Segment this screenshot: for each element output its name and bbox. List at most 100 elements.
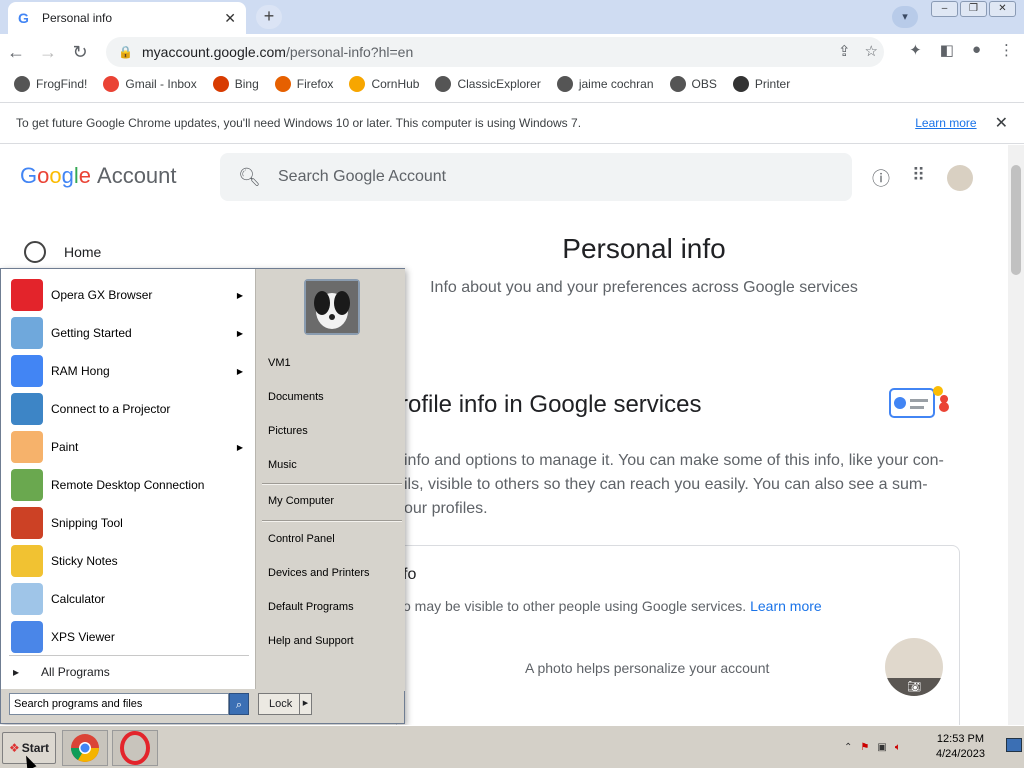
taskbar-chrome[interactable]	[62, 730, 108, 766]
page-title: Personal info	[562, 233, 726, 264]
show-hidden-icons-icon[interactable]: ⌃	[844, 742, 852, 753]
lock-button[interactable]: Lock ▶	[258, 693, 312, 715]
network-icon[interactable]: ▣	[877, 742, 886, 753]
account-avatar[interactable]	[947, 165, 974, 191]
start-menu-item[interactable]: Opera GX Browser ▶	[11, 277, 251, 313]
apps-grid-icon[interactable]: ⠿	[912, 165, 925, 191]
start-menu-place[interactable]: Music	[268, 459, 297, 471]
bookmark-label: OBS	[691, 77, 717, 91]
back-button[interactable]: ←	[0, 42, 32, 63]
tab-close-icon[interactable]: ✕	[224, 10, 236, 27]
side-panel-icon[interactable]: ◧	[940, 41, 954, 59]
start-menu-item[interactable]: Connect to a Projector	[11, 391, 251, 427]
start-menu-item-label: Opera GX Browser	[51, 288, 153, 302]
tab-personal-info[interactable]: G Personal info ✕	[8, 2, 246, 34]
section-description-line-1: info and options to manage it. You can m…	[404, 452, 944, 469]
start-search-input[interactable]: Search programs and files	[9, 693, 229, 715]
tab-strip: G Personal info ✕ + ▾ – ❐ ✕	[0, 0, 1024, 34]
start-label: Start	[21, 741, 50, 755]
start-menu-item[interactable]: Paint ▶	[11, 429, 251, 465]
lock-icon[interactable]: 🔒	[118, 45, 142, 59]
search-icon[interactable]: ⌕	[229, 693, 249, 715]
tab-title: Personal info	[42, 11, 113, 25]
bookmark-label: Printer	[754, 77, 791, 91]
share-icon[interactable]: ⇪	[838, 42, 851, 60]
extensions-icon[interactable]: ✦	[909, 41, 922, 59]
minimize-button[interactable]: –	[931, 1, 958, 17]
bookmark-star-icon[interactable]: ☆	[865, 42, 878, 60]
section-description: info and options to manage it. You can m…	[404, 449, 964, 521]
bookmark-item[interactable]: Bing	[212, 76, 259, 92]
clock[interactable]: 12:53 PM 4/24/2023	[936, 732, 985, 762]
menu-kebab-icon[interactable]: ⋮	[999, 41, 1014, 59]
help-icon[interactable]: ⓘ	[872, 165, 890, 191]
show-desktop-button[interactable]	[1006, 738, 1022, 752]
all-programs-label: All Programs	[41, 665, 110, 679]
profile-photo-avatar[interactable]: 📷︎	[885, 638, 943, 696]
card-learn-more-link[interactable]: Learn more	[750, 598, 822, 614]
new-tab-button[interactable]: +	[256, 5, 282, 29]
photo-row-label[interactable]: A photo helps personalize your account	[525, 660, 769, 676]
start-menu-item[interactable]: Snipping Tool	[11, 505, 251, 541]
gmail-icon	[103, 76, 120, 92]
google-account-logo[interactable]: Google Account	[20, 163, 177, 189]
globe-icon	[435, 76, 452, 92]
bookmark-item[interactable]: OBS	[669, 76, 717, 92]
taskbar: ❖ Start ⌃ ⚑ ▣ 🔈︎ 12:53 PM 4/24/2023	[0, 725, 1024, 768]
close-window-button[interactable]: ✕	[989, 1, 1016, 17]
start-menu-item[interactable]: Sticky Notes	[11, 543, 251, 579]
start-menu-place[interactable]: Devices and Printers	[268, 567, 370, 579]
start-menu-item[interactable]: Getting Started ▶	[11, 315, 251, 351]
url-host: myaccount.google.com	[142, 44, 286, 60]
start-menu-place[interactable]: My Computer	[268, 495, 334, 507]
restore-button[interactable]: ❐	[960, 1, 987, 17]
tab-search-button[interactable]: ▾	[892, 6, 918, 28]
start-menu-item[interactable]: Calculator	[11, 581, 251, 617]
reload-button[interactable]: ↻	[64, 42, 96, 63]
bookmark-item[interactable]: jaime cochran	[556, 76, 654, 92]
address-bar[interactable]: 🔒 myaccount.google.com/personal-info?hl=…	[106, 37, 884, 67]
bookmark-item[interactable]: FrogFind!	[14, 76, 87, 92]
page-scrollbar[interactable]	[1008, 145, 1024, 725]
forward-button[interactable]: →	[32, 42, 64, 63]
bookmark-item[interactable]: Printer	[732, 76, 791, 92]
taskbar-opera[interactable]	[112, 730, 158, 766]
cups-icon	[732, 76, 749, 92]
projector-icon	[11, 393, 43, 425]
start-menu-item-label: RAM Hong	[51, 364, 110, 378]
section-description-line-3: our profiles.	[404, 500, 488, 517]
firefox-icon	[274, 76, 291, 92]
bookmark-item[interactable]: Gmail - Inbox	[103, 76, 197, 92]
action-center-icon[interactable]: ⚑	[860, 742, 869, 753]
all-programs-arrow-icon: ▸	[13, 665, 20, 679]
start-menu-item[interactable]: RAM Hong ▶	[11, 353, 251, 389]
nav-home[interactable]: Home	[24, 241, 101, 263]
start-menu-item-label: XPS Viewer	[51, 630, 115, 644]
volume-muted-icon[interactable]: 🔈︎	[895, 742, 901, 753]
omnibox-actions: ⇪ ☆	[838, 42, 878, 60]
infobar-learn-more-link[interactable]: Learn more	[915, 116, 976, 130]
start-menu-item[interactable]: Remote Desktop Connection	[11, 467, 251, 503]
start-menu: Opera GX Browser ▶ Getting Started ▶ RAM Hon…	[0, 268, 405, 724]
infobar-close-icon[interactable]: ✕	[995, 113, 1008, 133]
start-menu-place[interactable]: Documents	[268, 391, 324, 403]
start-menu-place[interactable]: VM1	[268, 357, 291, 369]
start-menu-place[interactable]: Pictures	[268, 425, 308, 437]
start-menu-item[interactable]: XPS Viewer	[11, 619, 251, 655]
account-search-input[interactable]: 🔍︎ Search Google Account	[220, 153, 852, 201]
bookmark-item[interactable]: Firefox	[274, 76, 333, 92]
user-picture[interactable]	[304, 279, 360, 335]
browser-toolbar: ← → ↻ 🔒 myaccount.google.com/personal-in…	[0, 34, 1024, 70]
start-menu-place[interactable]: Control Panel	[268, 533, 335, 545]
bookmark-item[interactable]: CornHub	[349, 76, 419, 92]
sticky-notes-icon	[11, 545, 43, 577]
start-menu-place[interactable]: Help and Support	[268, 635, 354, 647]
scrollbar-thumb[interactable]	[1011, 165, 1021, 275]
logo-account-text: Account	[97, 163, 177, 188]
lock-options-arrow-icon[interactable]: ▶	[299, 694, 311, 714]
scissors-icon	[11, 507, 43, 539]
start-menu-place[interactable]: Default Programs	[268, 601, 354, 613]
all-programs-button[interactable]: ▸ All Programs	[13, 665, 110, 679]
bookmark-item[interactable]: ClassicExplorer	[435, 76, 541, 92]
profile-avatar-icon[interactable]: ●	[972, 41, 981, 59]
